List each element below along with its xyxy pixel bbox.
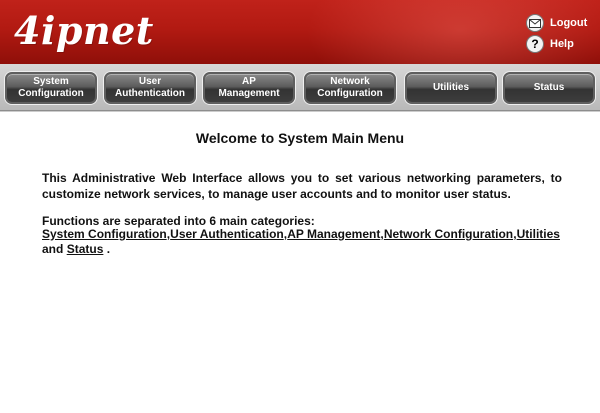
intro-text: This Administrative Web Interface allows… [42,171,562,201]
tab-ap-management[interactable]: AP Management [203,72,295,104]
and-text: and [42,242,64,256]
link-system-configuration[interactable]: System Configuration [42,227,167,242]
envelope-icon [526,14,544,32]
logout-link[interactable]: Logout [526,14,587,32]
link-utilities[interactable]: Utilities [517,227,560,242]
category-links: System Configuration , User Authenticati… [42,227,562,257]
tab-user-authentication[interactable]: User Authentication [104,72,196,104]
link-user-authentication[interactable]: User Authentication [170,227,284,242]
end-punct: . [106,242,111,256]
tab-network-configuration[interactable]: Network Configuration [304,72,396,104]
tab-utilities[interactable]: Utilities [405,72,497,104]
header-sheen [280,0,600,64]
logout-label: Logout [550,17,588,29]
link-ap-management[interactable]: AP Management [287,227,380,242]
help-icon: ? [526,35,544,53]
tab-system-configuration[interactable]: System Configuration [5,72,97,104]
link-status[interactable]: Status [67,242,104,256]
main-content: Welcome to System Main Menu This Adminis… [0,111,600,413]
help-label: Help [550,38,574,50]
header-banner: 4ipnet Logout ? Help [0,0,600,64]
brand-logo: 4ipnet [14,8,154,53]
page-title: Welcome to System Main Menu [195,130,405,146]
link-network-configuration[interactable]: Network Configuration [384,227,513,242]
help-link[interactable]: ? Help [526,35,574,53]
tab-status[interactable]: Status [503,72,595,104]
main-nav: System Configuration User Authentication… [0,64,600,111]
